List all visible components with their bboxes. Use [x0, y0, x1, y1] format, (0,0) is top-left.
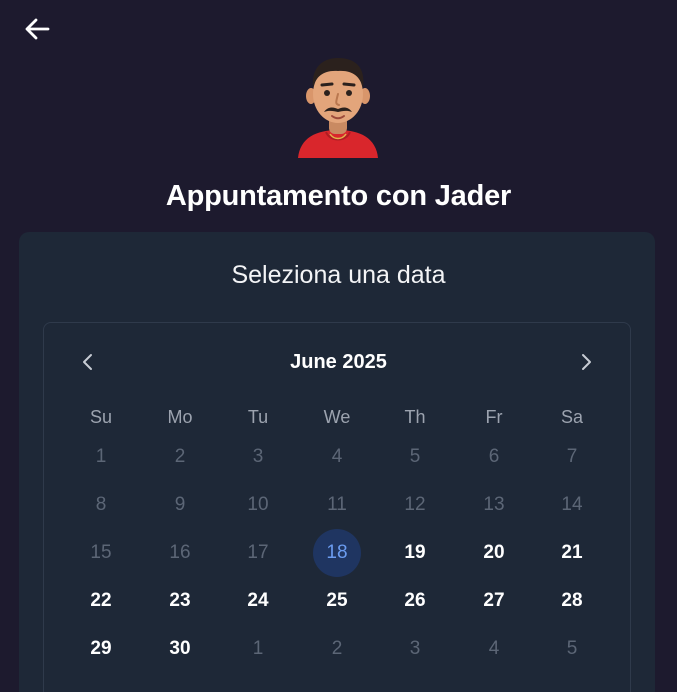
day-cell[interactable]: 25 [312, 586, 362, 616]
arrow-left-icon [25, 18, 50, 40]
day-cell: 1 [252, 638, 264, 659]
day-cell: 14 [561, 494, 583, 515]
day-cell: 5 [566, 638, 578, 659]
day-cell[interactable]: 22 [76, 586, 126, 616]
day-cell[interactable]: 30 [155, 634, 205, 664]
day-cell: 2 [174, 446, 186, 467]
day-cell: 5 [409, 446, 421, 467]
day-cell: 12 [404, 494, 426, 515]
day-cell[interactable]: 28 [547, 586, 597, 616]
day-cell: 10 [247, 494, 269, 515]
day-cell: 8 [95, 494, 107, 515]
card-title: Seleziona una data [231, 261, 446, 289]
day-cell[interactable]: 26 [390, 586, 440, 616]
day-cell: 11 [327, 494, 347, 515]
day-cell[interactable]: 21 [547, 538, 597, 568]
day-cell[interactable]: 23 [155, 586, 205, 616]
booking-page: Appuntamento con Jader Seleziona una dat… [0, 0, 677, 692]
day-cell: 4 [488, 638, 500, 659]
day-cell: 1 [95, 446, 107, 467]
day-cell: 16 [169, 542, 191, 563]
day-cell: 7 [566, 446, 578, 467]
day-cell[interactable]: 27 [469, 586, 519, 616]
weekday-header: Su [89, 407, 113, 427]
next-month-button[interactable] [573, 349, 599, 375]
day-cell: 4 [331, 446, 343, 467]
day-cell[interactable]: 29 [76, 634, 126, 664]
weekday-header: Tu [247, 407, 269, 427]
weekday-header: Th [404, 407, 426, 427]
selected-day-cell[interactable]: 18 [313, 529, 361, 577]
day-cell: 2 [331, 638, 343, 659]
day-cell: 3 [409, 638, 421, 659]
page-title: Appuntamento con Jader [165, 180, 512, 212]
day-cell: 6 [488, 446, 500, 467]
chevron-right-icon [582, 354, 591, 370]
day-cell[interactable]: 20 [469, 538, 519, 568]
weekday-header: We [323, 407, 351, 427]
day-cell: 15 [90, 542, 112, 563]
weekday-header: Mo [167, 407, 193, 427]
day-cell: 17 [247, 542, 269, 563]
weekday-header: Fr [485, 407, 503, 427]
day-cell: 9 [174, 494, 186, 515]
weekday-header: Sa [560, 407, 584, 427]
back-button[interactable] [20, 12, 54, 46]
day-cell: 3 [252, 446, 264, 467]
person-avatar-icon [298, 58, 378, 158]
day-cell: 13 [483, 494, 505, 515]
day-cell[interactable]: 24 [233, 586, 283, 616]
day-cell[interactable]: 19 [390, 538, 440, 568]
